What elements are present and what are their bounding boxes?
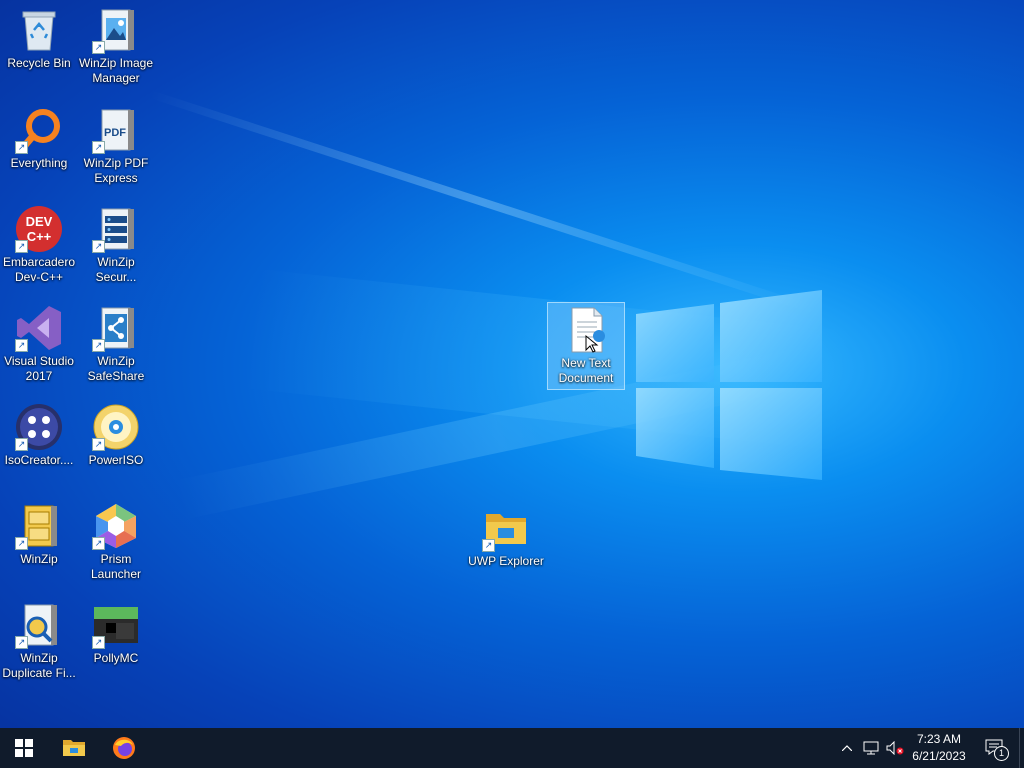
winzip-pdf-icon: PDF ↗ [92,106,140,154]
notification-count-badge: 1 [994,746,1009,761]
isocreator-icon: ↗ [15,403,63,451]
icon-label: PollyMC [93,651,139,665]
network-icon [863,741,879,755]
icon-label: WinZip PDF Express [83,156,149,185]
icon-label: WinZip Duplicate Fi... [2,651,76,680]
file-explorer-taskbar-button[interactable] [50,728,98,768]
embarcadero-dev-cpp[interactable]: DEV C++ ↗ Embarcadero Dev-C++ [1,205,77,285]
chevron-up-icon [842,745,852,751]
pollymc-icon: ↗ [92,601,140,649]
winzip-cabinet-icon: ↗ [15,502,63,550]
poweriso[interactable]: ↗ PowerISO [78,403,154,468]
shortcut-arrow-icon: ↗ [92,537,105,550]
volume-muted-icon [886,741,904,755]
windows-start-icon [15,739,33,757]
svg-text:DEV: DEV [26,214,53,229]
visual-studio-icon: ↗ [15,304,63,352]
icon-label: UWP Explorer [468,554,544,568]
shortcut-arrow-icon: ↗ [15,438,28,451]
show-desktop-button[interactable] [1019,728,1024,768]
prism-launcher[interactable]: ↗ Prism Launcher [78,502,154,582]
text-document-icon [562,306,610,354]
icon-label: WinZip Image Manager [78,56,154,85]
winzip-safeshare-icon: ↗ [92,304,140,352]
icon-label: WinZip Secur... [95,255,137,284]
firefox-icon [113,737,135,759]
winzip-image-manager[interactable]: ↗ WinZip Image Manager [78,6,154,86]
icon-label: New Text Document [558,356,614,385]
icon-label: IsoCreator.... [4,453,74,467]
winzip-image-icon: ↗ [92,6,140,54]
svg-text:PDF: PDF [104,127,126,139]
light-beam [148,90,817,315]
winzip-pdf-express[interactable]: PDF ↗ WinZip PDF Express [78,106,154,186]
prism-launcher-icon: ↗ [92,502,140,550]
volume-tray-button[interactable] [884,728,906,768]
shortcut-arrow-icon: ↗ [92,438,105,451]
uwp-explorer[interactable]: ↗ UWP Explorer [468,504,544,569]
shortcut-arrow-icon: ↗ [15,339,28,352]
winzip[interactable]: ↗ WinZip [1,502,77,567]
winzip-secure-backup[interactable]: ↗ WinZip Secur... [78,205,154,285]
clock-time: 7:23 AM [916,732,962,746]
visual-studio[interactable]: ↗ Visual Studio 2017 [1,304,77,384]
shortcut-arrow-icon: ↗ [92,240,105,253]
start-button[interactable] [0,728,48,768]
poweriso-disc-icon: ↗ [92,403,140,451]
shortcut-arrow-icon: ↗ [482,539,495,552]
shortcut-arrow-icon: ↗ [15,240,28,253]
icon-label: Recycle Bin [7,56,71,70]
icon-label: Embarcadero Dev-C++ [2,255,76,284]
shortcut-arrow-icon: ↗ [15,141,28,154]
icon-label: Prism Launcher [90,552,142,581]
folder-icon: ↗ [482,504,530,552]
icon-label: Everything [10,156,68,170]
everything[interactable]: ↗ Everything [1,106,77,171]
recycle-bin[interactable]: Recycle Bin [1,6,77,71]
taskbar: 7:23 AM 6/21/2023 1 [0,728,1024,768]
isocreator[interactable]: ↗ IsoCreator.... [1,403,77,468]
new-text-document[interactable]: New Text Document [547,302,625,390]
clock-date: 6/21/2023 [912,749,966,763]
shortcut-arrow-icon: ↗ [15,537,28,550]
winzip-duplicate-finder[interactable]: ↗ WinZip Duplicate Fi... [1,601,77,681]
winzip-safeshare[interactable]: ↗ WinZip SafeShare [78,304,154,384]
shortcut-arrow-icon: ↗ [15,636,28,649]
pollymc[interactable]: ↗ PollyMC [78,601,154,666]
shortcut-arrow-icon: ↗ [92,41,105,54]
shortcut-arrow-icon: ↗ [92,141,105,154]
winzip-duplicate-icon: ↗ [15,601,63,649]
show-hidden-icons-button[interactable] [838,728,856,768]
icon-label: PowerISO [88,453,144,467]
magnifier-icon: ↗ [15,106,63,154]
icon-label: WinZip SafeShare [87,354,145,383]
taskbar-clock[interactable]: 7:23 AM 6/21/2023 [904,731,974,765]
icon-label: WinZip [20,552,58,566]
shortcut-arrow-icon: ↗ [92,339,105,352]
shortcut-arrow-icon: ↗ [92,636,105,649]
windows-logo-wallpaper [636,290,822,480]
firefox-taskbar-button[interactable] [100,728,148,768]
network-tray-button[interactable] [860,728,882,768]
icon-label: Visual Studio 2017 [4,354,74,383]
folder-icon [63,740,85,756]
recycle-bin-icon [15,6,63,54]
action-center-button[interactable]: 1 [978,728,1012,768]
dev-cpp-icon: DEV C++ ↗ [15,205,63,253]
winzip-secure-icon: ↗ [92,205,140,253]
svg-text:C++: C++ [27,229,52,244]
